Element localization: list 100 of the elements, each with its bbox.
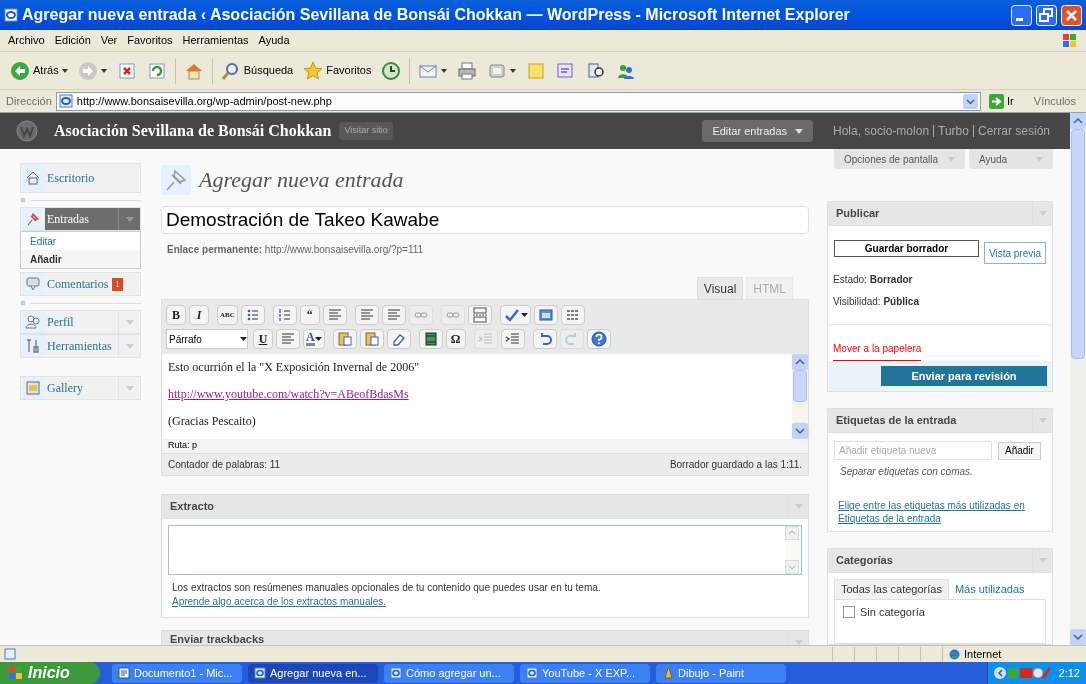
editor-button[interactable] xyxy=(240,305,265,325)
go-button[interactable]: Ir xyxy=(985,92,1018,110)
links-label[interactable]: Vínculos xyxy=(1033,92,1076,110)
editor-button[interactable] xyxy=(533,305,558,325)
preview-button[interactable]: Vista previa xyxy=(983,242,1046,264)
paint-icon xyxy=(662,667,674,679)
expand-arrow-icon[interactable] xyxy=(125,385,134,391)
address-field[interactable]: http://www.bonsaisevilla.org/wp-admin/post-new.php xyxy=(55,91,982,111)
editor-button[interactable] xyxy=(418,329,443,349)
autosave-status: Borrador guardado a las 1:11. xyxy=(669,458,802,472)
taskbar-button[interactable]: Agregar nueva en... xyxy=(248,663,378,683)
excerpt-help-link[interactable]: Aprende algo acerca de los extractos manuales. xyxy=(172,596,386,607)
browser-icon xyxy=(390,667,402,679)
sidebar-item[interactable]: Entradas xyxy=(20,207,141,231)
submenu-item[interactable]: Editar xyxy=(21,232,140,250)
expand-arrow-icon[interactable] xyxy=(125,216,134,222)
toolbar-button[interactable]: Búsqueda xyxy=(218,60,296,81)
windows-logo-icon xyxy=(8,665,24,681)
dropdown-caret-icon[interactable] xyxy=(441,68,448,73)
editor-scrollbar[interactable] xyxy=(792,354,808,439)
panel-title: Extracto xyxy=(169,499,215,515)
menu-item[interactable]: Herramientas xyxy=(182,32,249,49)
taskbar-button[interactable]: Documento1 - Mic... xyxy=(112,663,242,683)
scroll-up-icon xyxy=(1070,113,1086,129)
site-title[interactable]: Asociación Sevillana de Bonsái Chokkan xyxy=(54,119,332,143)
add-tag-button[interactable]: Añadir xyxy=(998,441,1041,460)
dropdown-caret-icon[interactable] xyxy=(100,68,107,73)
close-icon[interactable] xyxy=(1061,4,1082,26)
toolbar-button[interactable]: Favoritos xyxy=(301,60,374,81)
sidebar-item[interactable]: Comentarios 1 xyxy=(20,272,141,296)
sidebar-item[interactable]: Escritorio xyxy=(20,163,141,193)
maximize-icon[interactable] xyxy=(1036,4,1057,26)
panel-title: Publicar xyxy=(835,206,880,222)
menu-item[interactable]: Archivo xyxy=(8,32,45,49)
toggle-arrow-icon[interactable] xyxy=(1038,418,1047,423)
toggle-arrow-icon[interactable] xyxy=(1038,558,1047,563)
minimize-icon[interactable] xyxy=(1011,4,1032,26)
help-icon xyxy=(589,330,608,348)
editor-button[interactable] xyxy=(586,329,611,349)
search-icon xyxy=(220,60,241,81)
clipboard-icon xyxy=(362,330,381,348)
submenu-item[interactable]: Añadir xyxy=(21,250,140,268)
sidebar-item[interactable]: Herramientas xyxy=(20,334,141,358)
post-title-field[interactable]: Demostración de Takeo Kawabe xyxy=(161,206,809,234)
expand-arrow-icon[interactable] xyxy=(125,343,134,349)
editor-button[interactable] xyxy=(386,329,411,349)
toggle-arrow-icon[interactable] xyxy=(794,640,803,645)
editor-button[interactable]: A xyxy=(303,329,325,349)
menu-item[interactable]: Edición xyxy=(54,32,91,49)
document-icon xyxy=(118,667,130,679)
editor-tab[interactable]: Visual xyxy=(696,277,744,299)
dropdown-caret-icon[interactable] xyxy=(510,68,517,73)
collapse-icon[interactable] xyxy=(20,300,26,306)
menu-item[interactable]: Favoritos xyxy=(127,32,173,49)
format-dropdown[interactable]: Párrafo xyxy=(166,329,248,349)
panel-title: Etiquetas de la entrada xyxy=(835,413,957,429)
toggle-arrow-icon[interactable] xyxy=(794,504,803,509)
favorite-actions-button[interactable]: Editar entradas xyxy=(702,120,813,142)
category-tab[interactable]: Más utilizadas xyxy=(948,579,1031,599)
sidebar-item[interactable]: Perfil xyxy=(20,310,141,334)
dropdown-caret-icon[interactable] xyxy=(61,68,68,73)
taskbar-button[interactable]: Cómo agregar un... xyxy=(384,663,514,683)
start-button[interactable]: Inicio xyxy=(0,662,100,684)
editor-button[interactable]: U xyxy=(253,329,273,349)
taskbar-button[interactable]: Dibujo - Paint xyxy=(656,663,786,683)
header-link[interactable]: Turbo xyxy=(933,125,973,137)
panel-title: Enviar trackbacks xyxy=(169,632,265,645)
most-used-tags-link[interactable]: Elige entre las etiquetas más utilizadas en Etiquetas de la entrada xyxy=(828,479,1052,531)
editor-button[interactable]: Ω xyxy=(445,329,466,349)
save-draft-button[interactable]: Guardar borrador xyxy=(834,240,979,257)
sidebar-item[interactable]: Gallery xyxy=(20,376,141,400)
taskbar-button[interactable]: YouTube - X EXP... xyxy=(520,663,650,683)
screen-tab[interactable]: Opciones de pantalla xyxy=(834,149,965,169)
header-link[interactable]: Cerrar sesión xyxy=(972,125,1054,137)
star-icon xyxy=(303,60,324,81)
editor-button[interactable]: B xyxy=(166,305,186,325)
menu-item[interactable]: Ver xyxy=(100,32,118,49)
editor-button[interactable]: “ xyxy=(299,305,320,325)
tag-input-field[interactable]: Añadir etiqueta nueva xyxy=(834,441,992,460)
editor-button[interactable] xyxy=(532,329,557,349)
menu-item[interactable]: Ayuda xyxy=(258,32,290,49)
scrollbar[interactable] xyxy=(1070,113,1086,645)
checkbox[interactable] xyxy=(843,606,855,619)
scroll-down-icon xyxy=(1070,629,1086,645)
toggle-arrow-icon[interactable] xyxy=(1038,211,1047,216)
toolbar-button[interactable]: Atrás xyxy=(8,60,70,81)
excerpt-field[interactable] xyxy=(168,525,802,575)
editor-button[interactable] xyxy=(499,305,531,325)
paragraph: (Gracias Pescaito) xyxy=(168,414,257,428)
expand-arrow-icon[interactable] xyxy=(125,319,134,325)
pushpin-icon xyxy=(25,211,41,227)
category-tab[interactable]: Todas las categorías xyxy=(834,579,949,599)
panel-title: Categorías xyxy=(835,553,893,569)
screen-tab[interactable]: Ayuda xyxy=(969,149,1053,169)
printer-icon xyxy=(457,60,478,81)
submit-for-review-button[interactable]: Enviar para revisión xyxy=(881,366,1047,386)
editor-button[interactable]: I xyxy=(189,305,209,325)
link[interactable]: http://www.youtube.com/watch?v=ABeofBdasMs xyxy=(168,387,786,401)
page-title: Agregar nueva entrada xyxy=(199,166,404,194)
collapse-icon[interactable] xyxy=(20,197,26,203)
